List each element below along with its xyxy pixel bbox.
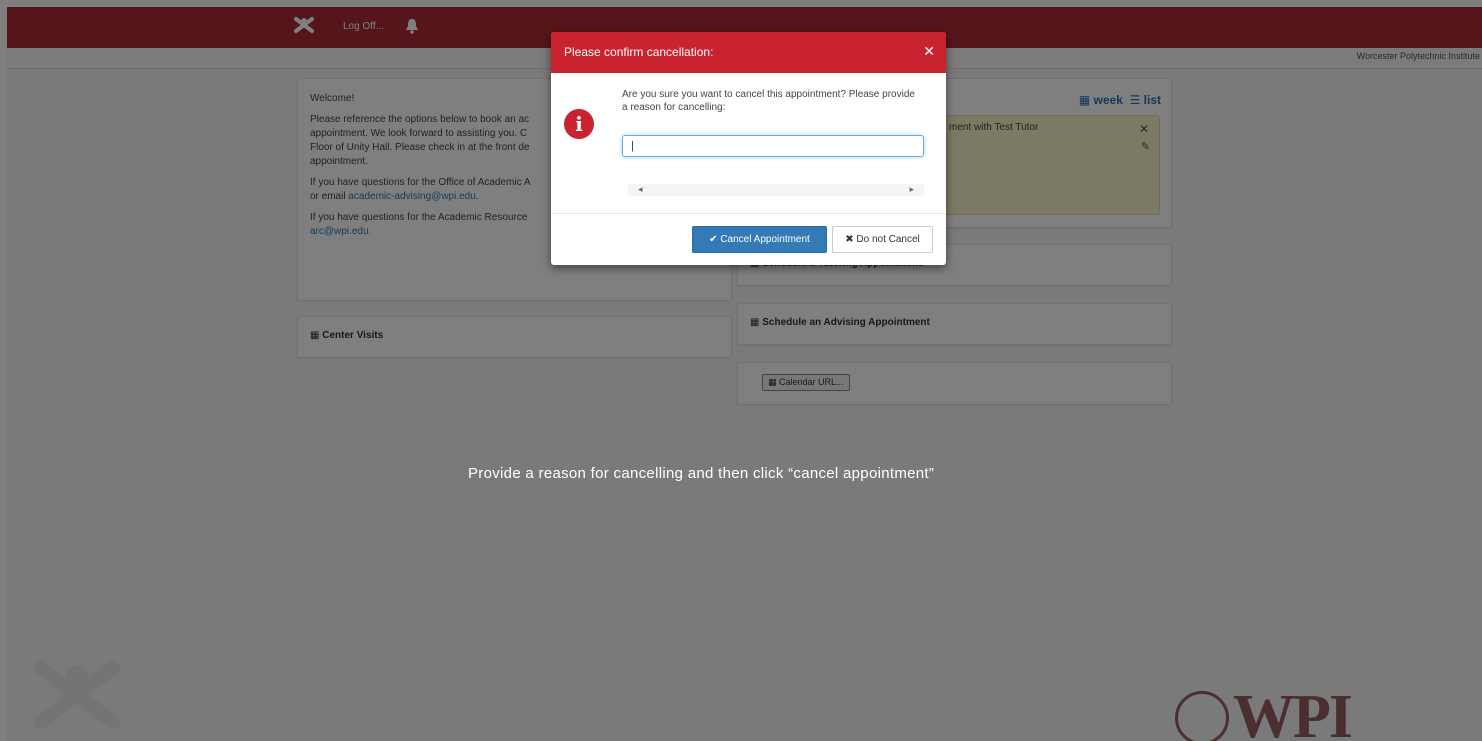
cancel-confirm-dialog: Please confirm cancellation: ✕ i Are you… [551, 32, 946, 265]
scroll-left-icon[interactable]: ◂ [638, 184, 643, 195]
cancel-reason-input[interactable] [622, 135, 924, 157]
dialog-title: Please confirm cancellation: [564, 45, 714, 59]
dialog-footer: ✔ Cancel Appointment ✖ Do not Cancel [551, 213, 946, 265]
dialog-message: Are you sure you want to cancel this app… [622, 89, 915, 113]
scroll-right-icon[interactable]: ▸ [909, 184, 914, 195]
close-icon[interactable]: ✕ [923, 43, 935, 60]
instruction-caption: Provide a reason for cancelling and then… [468, 465, 935, 482]
info-icon: i [564, 109, 594, 139]
horizontal-scrollbar[interactable]: ◂ ▸ [628, 184, 924, 196]
dialog-header: Please confirm cancellation: ✕ [551, 32, 946, 73]
cancel-appointment-button[interactable]: ✔ Cancel Appointment [692, 226, 827, 253]
do-not-cancel-button[interactable]: ✖ Do not Cancel [832, 226, 933, 253]
